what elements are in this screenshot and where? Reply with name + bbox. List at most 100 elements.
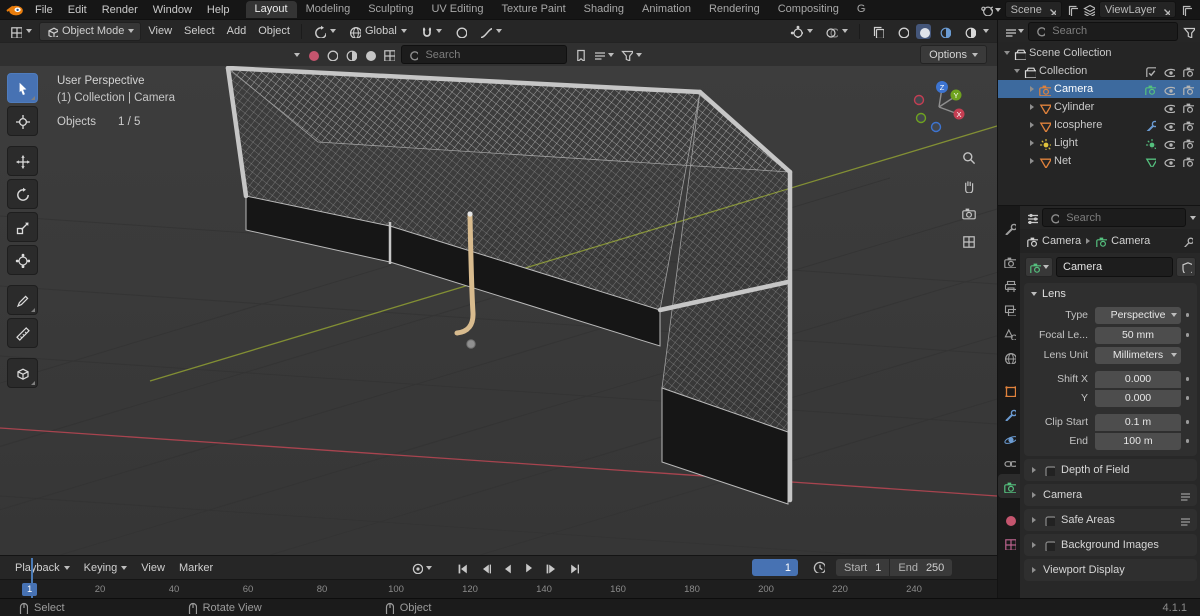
tool-transform[interactable] bbox=[7, 245, 38, 275]
tool-annotate[interactable] bbox=[7, 285, 38, 315]
current-frame-field[interactable]: 1 bbox=[752, 559, 798, 576]
tool-3d-cursor[interactable] bbox=[7, 106, 38, 136]
tool-measure[interactable] bbox=[7, 318, 38, 348]
overlays-dropdown[interactable] bbox=[820, 23, 853, 40]
orientation-dropdown[interactable]: Global bbox=[343, 23, 412, 40]
viewport-search[interactable] bbox=[401, 45, 567, 64]
options-button[interactable]: Options bbox=[920, 45, 987, 64]
lens-type-dropdown[interactable]: Perspective bbox=[1095, 306, 1181, 324]
use-preview-range-icon[interactable] bbox=[812, 560, 827, 576]
shift-y-field[interactable]: 0.000 bbox=[1095, 389, 1181, 407]
section-depth-of-field[interactable]: Depth of Field bbox=[1024, 459, 1197, 481]
checkbox-icon[interactable] bbox=[1043, 514, 1055, 526]
menu-view[interactable]: View bbox=[143, 23, 177, 39]
breadcrumb-data[interactable]: Camera bbox=[1111, 235, 1150, 247]
checkbox-icon[interactable] bbox=[1043, 539, 1055, 551]
tab-output[interactable] bbox=[998, 273, 1020, 297]
proportional-edit-toggle[interactable] bbox=[449, 23, 472, 40]
tool-scale[interactable] bbox=[7, 212, 38, 242]
pin-id-icon[interactable] bbox=[1178, 235, 1195, 247]
outliner-row-icosphere[interactable]: Icosphere bbox=[998, 116, 1200, 134]
ortho-toggle-icon[interactable] bbox=[959, 232, 977, 250]
animate-dot[interactable] bbox=[1185, 313, 1190, 317]
pivot-point-dropdown[interactable] bbox=[308, 23, 341, 40]
filter-dropdown[interactable] bbox=[620, 48, 642, 61]
workspace-tab-uv-editing[interactable]: UV Editing bbox=[422, 1, 492, 18]
jump-to-end-button[interactable] bbox=[562, 559, 582, 577]
hide-eye-icon[interactable] bbox=[1160, 83, 1177, 95]
keying-menu[interactable]: Keying bbox=[77, 562, 135, 574]
checkbox-icon[interactable] bbox=[1043, 464, 1055, 476]
workspace-tab-sculpting[interactable]: Sculpting bbox=[359, 1, 422, 18]
animate-dot[interactable] bbox=[1185, 439, 1190, 443]
breadcrumb-object[interactable]: Camera bbox=[1042, 235, 1081, 247]
bookmark-icon[interactable] bbox=[573, 48, 586, 61]
tool-add-cube[interactable] bbox=[7, 358, 38, 388]
outliner-row-collection[interactable]: Collection bbox=[998, 62, 1200, 80]
shading-mode-wire-icon[interactable] bbox=[325, 48, 338, 61]
menu-add[interactable]: Add bbox=[222, 23, 252, 39]
workspace-tab-texture-paint[interactable]: Texture Paint bbox=[492, 1, 574, 18]
tab-view-layer[interactable] bbox=[998, 297, 1020, 321]
new-viewlayer-icon[interactable] bbox=[1180, 4, 1192, 16]
display-mode-dropdown[interactable] bbox=[592, 48, 614, 61]
outliner-row-cylinder[interactable]: Cylinder bbox=[998, 98, 1200, 116]
data-name-field[interactable] bbox=[1056, 256, 1173, 277]
marker-menu[interactable]: Marker bbox=[172, 562, 220, 574]
tab-object[interactable] bbox=[998, 378, 1020, 402]
disable-render-icon[interactable] bbox=[1179, 101, 1196, 113]
outliner-row-camera[interactable]: Camera bbox=[998, 80, 1200, 98]
presets-icon[interactable] bbox=[1178, 514, 1190, 526]
tab-render[interactable] bbox=[998, 249, 1020, 273]
tool-rotate[interactable] bbox=[7, 179, 38, 209]
xray-toggle[interactable] bbox=[866, 23, 889, 40]
outliner-search-input[interactable] bbox=[1050, 24, 1171, 38]
expand-icon[interactable] bbox=[1004, 51, 1010, 55]
mode-dropdown[interactable]: Object Mode bbox=[39, 21, 142, 41]
shading-mode-half-icon[interactable] bbox=[344, 48, 357, 61]
tab-object-data[interactable] bbox=[998, 474, 1020, 498]
viewlayer-selector[interactable]: ViewLayer bbox=[1098, 1, 1176, 18]
viewport-3d[interactable]: User Perspective (1) Collection | Camera… bbox=[0, 66, 997, 555]
menu-select[interactable]: Select bbox=[179, 23, 220, 39]
workspace-tab-shading[interactable]: Shading bbox=[575, 1, 633, 18]
navigation-gizmo[interactable]: ZY X bbox=[911, 79, 967, 135]
menu-render[interactable]: Render bbox=[95, 2, 145, 18]
blender-logo-icon[interactable] bbox=[6, 2, 24, 17]
tool-select-box[interactable] bbox=[7, 73, 38, 103]
browse-scene-icon[interactable] bbox=[980, 3, 1001, 16]
play-reverse-button[interactable] bbox=[496, 559, 516, 577]
viewlayer-remove-icon[interactable] bbox=[1160, 5, 1170, 15]
camera-view-icon[interactable] bbox=[959, 204, 977, 222]
tab-tool[interactable] bbox=[998, 216, 1020, 240]
fake-user-shield-button[interactable] bbox=[1176, 256, 1196, 277]
scene-selector[interactable]: Scene bbox=[1004, 1, 1062, 18]
section-viewport-display[interactable]: Viewport Display bbox=[1024, 559, 1197, 581]
tab-material[interactable] bbox=[998, 507, 1020, 531]
prev-keyframe-button[interactable] bbox=[474, 559, 494, 577]
hide-eye-icon[interactable] bbox=[1160, 65, 1177, 77]
section-safe-areas[interactable]: Safe Areas bbox=[1024, 509, 1197, 531]
expand-icon[interactable] bbox=[1030, 86, 1034, 92]
tab-scene[interactable] bbox=[998, 321, 1020, 345]
tool-settings-chevron[interactable] bbox=[294, 52, 300, 57]
hide-eye-icon[interactable] bbox=[1160, 119, 1177, 131]
disable-render-icon[interactable] bbox=[1179, 155, 1196, 167]
outliner-row-net[interactable]: Net bbox=[998, 152, 1200, 170]
animate-dot[interactable] bbox=[1185, 377, 1190, 381]
play-button[interactable] bbox=[518, 559, 538, 577]
disable-render-icon[interactable] bbox=[1179, 137, 1196, 149]
clip-end-field[interactable]: 100 m bbox=[1095, 432, 1181, 450]
properties-search-input[interactable] bbox=[1064, 210, 1179, 225]
hide-eye-icon[interactable] bbox=[1160, 137, 1177, 149]
shading-mode-solid-icon[interactable] bbox=[363, 48, 376, 61]
scene-canvas[interactable] bbox=[0, 66, 997, 555]
tab-physics[interactable] bbox=[998, 426, 1020, 450]
zoom-icon[interactable] bbox=[959, 148, 977, 166]
tab-constraints[interactable] bbox=[998, 450, 1020, 474]
expand-icon[interactable] bbox=[1030, 104, 1034, 110]
jump-to-start-button[interactable] bbox=[452, 559, 472, 577]
tab-world[interactable] bbox=[998, 345, 1020, 369]
workspace-tab-modeling[interactable]: Modeling bbox=[297, 1, 360, 18]
falloff-dropdown[interactable] bbox=[474, 23, 507, 40]
